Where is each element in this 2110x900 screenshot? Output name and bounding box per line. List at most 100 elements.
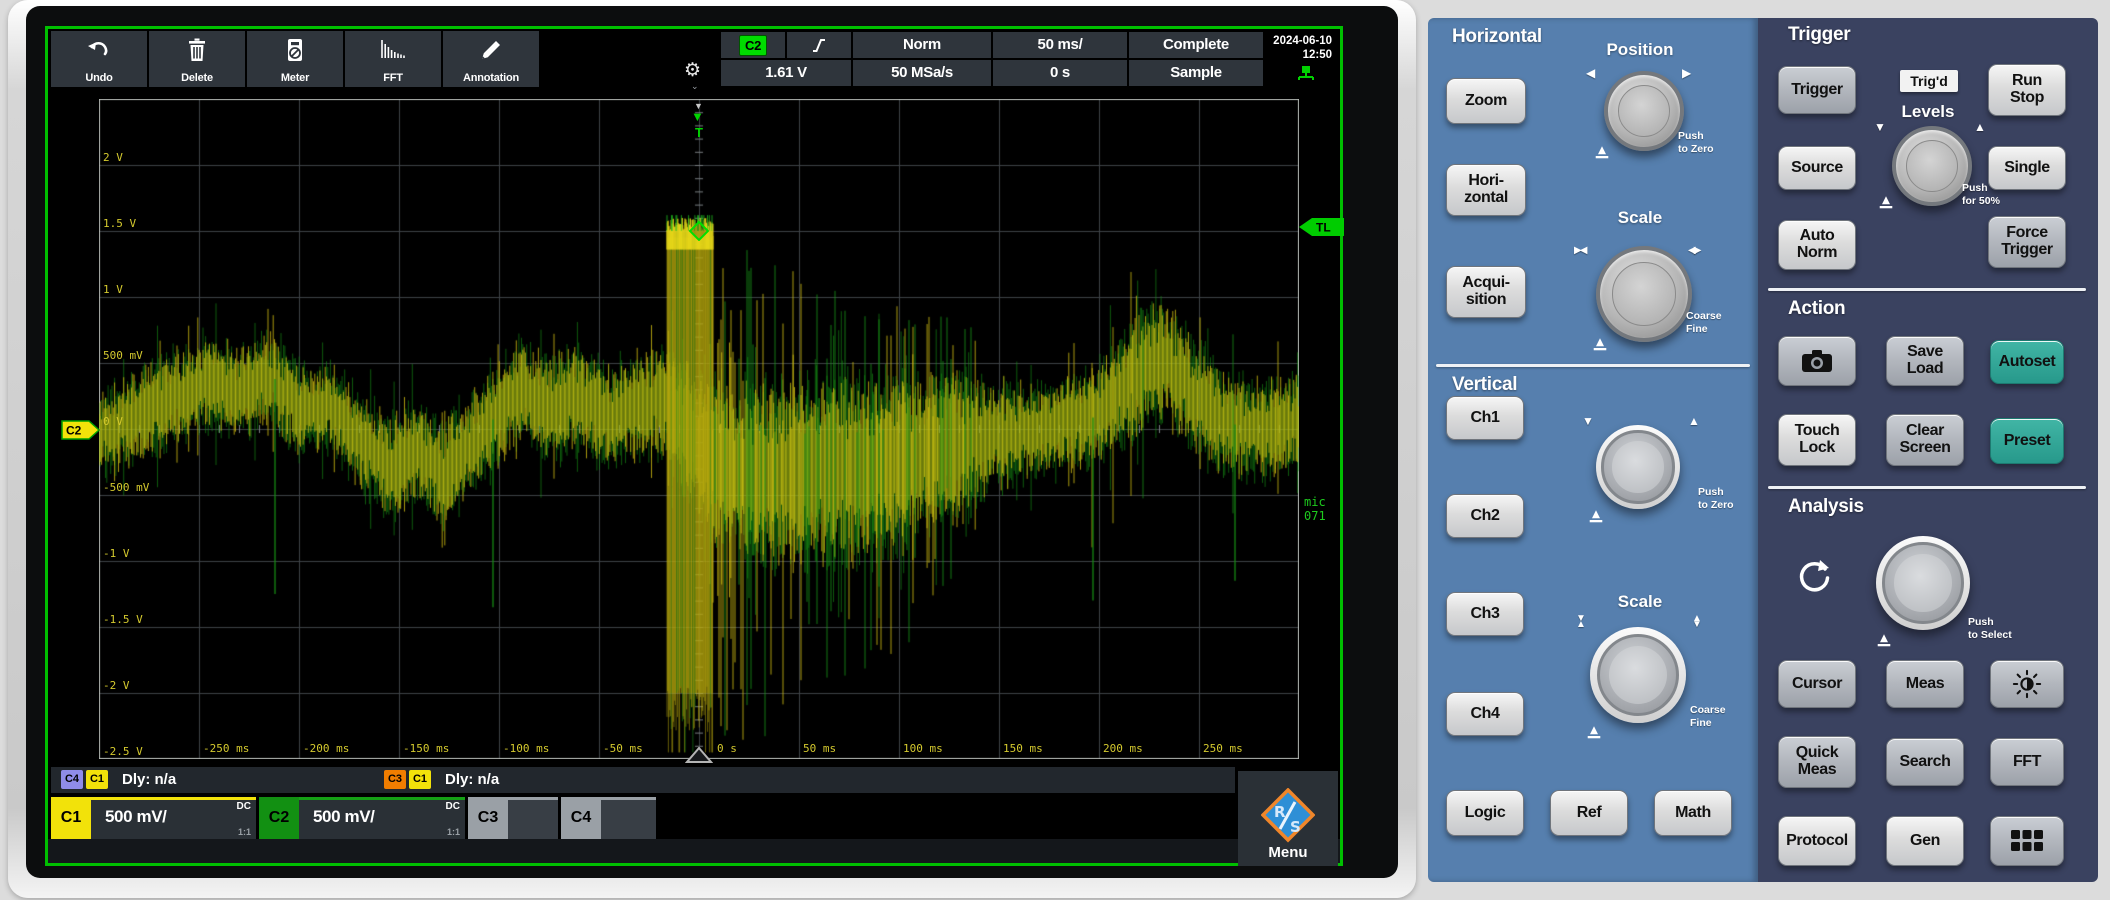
autoset-button[interactable]: Autoset xyxy=(1990,340,2064,384)
meas-button[interactable]: Meas xyxy=(1886,660,1964,708)
touch-icon xyxy=(1586,724,1602,740)
single-button[interactable]: Single xyxy=(1988,146,2066,190)
screenshot-button[interactable] xyxy=(1778,336,1856,386)
time-axis-label: -200 ms xyxy=(303,742,349,755)
trigger-mode-cell[interactable]: Norm xyxy=(853,32,991,58)
vertical-position-knob[interactable] xyxy=(1596,425,1680,509)
intensity-icon xyxy=(2012,669,2042,699)
meter-button[interactable]: Meter xyxy=(247,31,343,87)
rotate-icon xyxy=(1796,558,1832,594)
horizontal-position-hint: Push to Zero xyxy=(1678,130,1714,155)
preset-button[interactable]: Preset xyxy=(1990,418,2064,464)
analysis-section-title: Analysis xyxy=(1788,496,1864,518)
save-load-button[interactable]: Save Load xyxy=(1886,336,1964,386)
channel-c2-settings[interactable]: C2 500 mV/ DC 1:1 xyxy=(259,797,465,839)
delay-value: Dly: n/a xyxy=(445,771,499,788)
annotation-button[interactable]: Annotation xyxy=(443,31,539,87)
clear-screen-button[interactable]: Clear Screen xyxy=(1886,414,1964,466)
vertical-section-title: Vertical xyxy=(1452,374,1517,396)
ch3-button[interactable]: Ch3 xyxy=(1446,592,1524,636)
c2-label: C2 xyxy=(259,797,299,839)
horizontal-position-knob[interactable] xyxy=(1604,71,1684,151)
voltage-axis-label: -500 mV xyxy=(103,481,149,494)
fft-icon xyxy=(380,38,406,60)
run-stop-button[interactable]: Run Stop xyxy=(1988,64,2066,116)
voltage-axis-label: 1.5 V xyxy=(103,217,136,230)
expand-vertical-icon xyxy=(1692,616,1702,628)
c3-badge: C3 xyxy=(384,770,406,789)
arrow-left-icon xyxy=(1586,66,1595,80)
search-button[interactable]: Search xyxy=(1886,738,1964,786)
horizontal-position-cell[interactable]: 0 s xyxy=(993,60,1127,86)
waveform-graticule[interactable]: mic 071 2 V1.5 V1 V500 mV0 V-500 mV-1 V-… xyxy=(99,99,1299,759)
trigger-time-marker[interactable] xyxy=(685,747,713,764)
apps-button[interactable] xyxy=(1990,816,2064,866)
settings-gear-icon[interactable] xyxy=(684,59,701,82)
acquisition-status-cell[interactable]: Complete xyxy=(1129,32,1263,58)
analysis-navigation-knob[interactable] xyxy=(1876,536,1970,630)
touch-lock-button[interactable]: Touch Lock xyxy=(1778,414,1856,466)
undo-icon xyxy=(87,38,111,60)
menu-label: Menu xyxy=(1268,844,1307,861)
force-trigger-button[interactable]: Force Trigger xyxy=(1988,216,2066,268)
timebase-cell[interactable]: 50 ms/ xyxy=(993,32,1127,58)
trigd-indicator: Trig'd xyxy=(1900,70,1958,92)
channel-c1-settings[interactable]: C1 500 mV/ DC 1:1 xyxy=(51,797,256,839)
source-button[interactable]: Source xyxy=(1778,146,1856,190)
auto-norm-button[interactable]: Auto Norm xyxy=(1778,220,1856,270)
voltage-axis-label: -1.5 V xyxy=(103,613,143,626)
vertical-scale-knob[interactable] xyxy=(1590,627,1686,723)
zoom-button[interactable]: Zoom xyxy=(1446,78,1526,124)
delete-label: Delete xyxy=(149,72,245,84)
trigger-level-marker[interactable]: TL xyxy=(1299,217,1345,237)
voltage-axis-label: 2 V xyxy=(103,151,123,164)
channel-c2-offset-marker[interactable]: C2 xyxy=(61,420,101,440)
trigger-source-cell[interactable]: C2 xyxy=(721,32,785,58)
protocol-button[interactable]: Protocol xyxy=(1778,816,1856,866)
gen-button[interactable]: Gen xyxy=(1886,816,1964,866)
front-panel-horizontal-vertical: Horizontal Zoom Hori- zontal Acqui- siti… xyxy=(1428,18,1758,882)
horizontal-scale-knob[interactable] xyxy=(1596,246,1692,342)
trigger-position-marker[interactable] xyxy=(691,109,704,124)
delay-measurement-2[interactable]: C3 C1 Dly: n/a xyxy=(384,770,499,789)
display-intensity-button[interactable] xyxy=(1990,660,2064,708)
trigger-levels-knob[interactable] xyxy=(1892,126,1972,206)
acquisition-mode-cell[interactable]: Sample xyxy=(1129,60,1263,86)
ch2-button[interactable]: Ch2 xyxy=(1446,494,1524,538)
horizontal-button[interactable]: Hori- zontal xyxy=(1446,164,1526,216)
cursor-button[interactable]: Cursor xyxy=(1778,660,1856,708)
compress-vertical-icon xyxy=(1576,616,1586,628)
fft-button[interactable]: FFT xyxy=(345,31,441,87)
voltage-axis-label: -1 V xyxy=(103,547,130,560)
c4-label: C4 xyxy=(561,797,601,839)
vertical-scale-hint: Coarse Fine xyxy=(1690,704,1726,729)
undo-button[interactable]: Undo xyxy=(51,31,147,87)
time-axis-label: 150 ms xyxy=(1003,742,1043,755)
acquisition-button[interactable]: Acqui- sition xyxy=(1446,266,1526,318)
svg-text:S: S xyxy=(1290,818,1301,836)
trigger-slope-cell[interactable] xyxy=(787,32,851,58)
time-axis-label: 0 s xyxy=(717,742,737,755)
logic-button[interactable]: Logic xyxy=(1446,790,1524,836)
math-button[interactable]: Math xyxy=(1654,790,1732,836)
c1-badge: C1 xyxy=(409,770,431,789)
channel-c3-settings[interactable]: C3 xyxy=(468,797,558,839)
quick-meas-button[interactable]: Quick Meas xyxy=(1778,736,1856,788)
trash-icon xyxy=(185,38,209,62)
trigger-symbol: T xyxy=(695,125,703,140)
section-divider xyxy=(1768,288,2086,291)
delay-measurement-1[interactable]: C4 C1 Dly: n/a xyxy=(61,770,176,789)
fft-button[interactable]: FFT xyxy=(1990,738,2064,786)
menu-button[interactable]: R S Menu xyxy=(1238,771,1338,866)
ch1-button[interactable]: Ch1 xyxy=(1446,396,1524,440)
delete-button[interactable]: Delete xyxy=(149,31,245,87)
trigger-button[interactable]: Trigger xyxy=(1778,66,1856,114)
horizontal-scale-label: Scale xyxy=(1578,208,1702,228)
ref-button[interactable]: Ref xyxy=(1550,790,1628,836)
sample-rate-cell[interactable]: 50 MSa/s xyxy=(853,60,991,86)
channel-c4-settings[interactable]: C4 xyxy=(561,797,656,839)
trigger-level-cell[interactable]: 1.61 V xyxy=(721,60,851,86)
date-text: 2024-06-10 xyxy=(1273,35,1332,47)
ch4-button[interactable]: Ch4 xyxy=(1446,692,1524,736)
camera-icon xyxy=(1800,348,1834,374)
